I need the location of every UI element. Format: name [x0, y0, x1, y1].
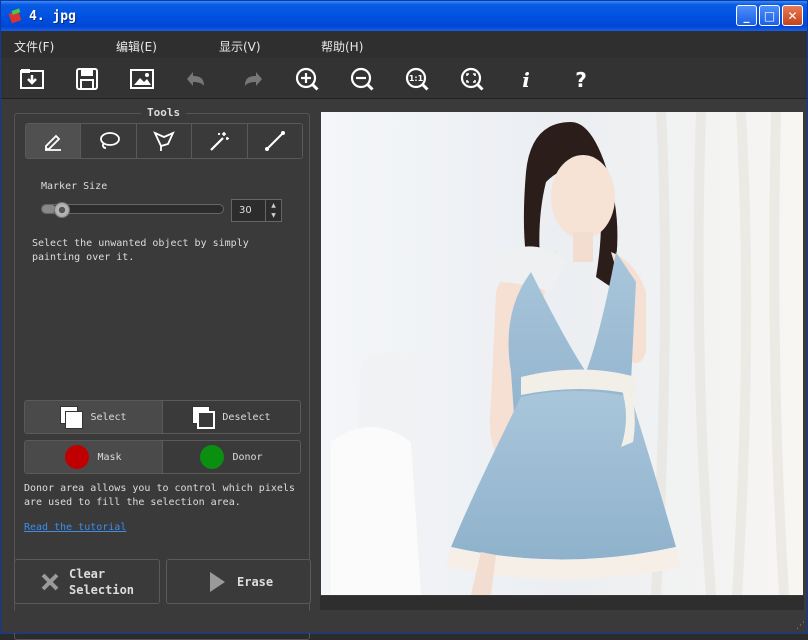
polygon-lasso-tool-icon: [153, 131, 175, 151]
menu-bar: 文件(F) 编辑(E) 显示(V) 帮助(H): [1, 31, 807, 58]
clear-selection-button[interactable]: Clear Selection: [14, 559, 160, 604]
actual-size-button[interactable]: 1:1: [402, 64, 432, 94]
svg-text:1:1: 1:1: [409, 74, 424, 83]
open-button[interactable]: [17, 64, 47, 94]
line-tool-icon: [264, 131, 285, 151]
magic-wand-tool-icon: [210, 132, 230, 151]
clear-label-line1: Clear: [69, 566, 106, 581]
deselect-label: Deselect: [222, 411, 271, 423]
resize-grip-icon[interactable]: ⋰: [796, 621, 805, 631]
select-icon: [60, 406, 84, 429]
app-icon: [8, 8, 22, 24]
marker-size-slider-thumb[interactable]: [54, 202, 70, 218]
spin-up-icon[interactable]: ▲: [266, 200, 281, 211]
zoom-in-button[interactable]: [292, 64, 322, 94]
donor-button[interactable]: Donor: [163, 441, 300, 473]
zoom-out-icon: [350, 67, 374, 91]
marker-size-value[interactable]: 30: [239, 205, 252, 216]
select-button[interactable]: Select: [25, 401, 163, 433]
marker-size-spinbox[interactable]: 30 ▲ ▼: [231, 199, 282, 222]
marker-tool-button[interactable]: [26, 124, 82, 158]
help-button[interactable]: ?: [566, 64, 596, 94]
mask-label: Mask: [97, 451, 122, 463]
menu-file[interactable]: 文件(F): [14, 38, 54, 55]
donor-color-icon: [200, 445, 225, 469]
close-button[interactable]: ✕: [782, 5, 803, 26]
polygon-lasso-tool-button[interactable]: [136, 124, 193, 158]
status-bar: [320, 596, 804, 610]
photo-canvas[interactable]: [321, 112, 803, 595]
mask-button[interactable]: Mask: [25, 441, 163, 473]
actual-size-icon: 1:1: [405, 67, 429, 91]
title-bar[interactable]: 4. jpg _ □ ✕: [1, 1, 807, 31]
undo-button[interactable]: [182, 64, 212, 94]
clear-label-line2: Selection: [69, 582, 135, 597]
info-button[interactable]: i: [511, 64, 541, 94]
photo-image: [321, 112, 803, 595]
svg-text:?: ?: [575, 68, 587, 92]
tool-selector: [25, 123, 303, 159]
line-tool-button[interactable]: [247, 124, 302, 158]
clear-x-icon: [41, 573, 59, 590]
image-button[interactable]: [127, 64, 157, 94]
save-icon: [76, 68, 98, 90]
fit-screen-icon: [460, 67, 484, 91]
window-title: 4. jpg: [29, 8, 76, 24]
menu-help[interactable]: 帮助(H): [321, 38, 363, 55]
lasso-tool-icon: [99, 132, 120, 149]
tutorial-link[interactable]: Read the tutorial: [24, 522, 126, 533]
tool-description: Select the unwanted object by simply pai…: [32, 238, 249, 263]
bottom-bar: ⋰: [1, 611, 807, 633]
erase-label: Erase: [237, 574, 274, 589]
fit-screen-button[interactable]: [457, 64, 487, 94]
open-icon: [20, 69, 44, 89]
zoom-in-icon: [295, 67, 319, 91]
magic-wand-tool-button[interactable]: [192, 124, 248, 158]
play-icon: [210, 571, 225, 592]
maximize-button[interactable]: □: [759, 5, 780, 26]
deselect-button[interactable]: Deselect: [163, 401, 300, 433]
erase-button[interactable]: Erase: [166, 559, 311, 604]
minimize-button[interactable]: _: [736, 5, 757, 26]
donor-description: Donor area allows you to control which p…: [24, 483, 295, 508]
tools-legend: Tools: [141, 106, 187, 119]
svg-text:i: i: [522, 68, 530, 92]
select-label: Select: [90, 411, 127, 423]
zoom-out-button[interactable]: [347, 64, 377, 94]
help-icon: ?: [575, 68, 587, 92]
undo-icon: [187, 72, 204, 86]
menu-view[interactable]: 显示(V): [219, 38, 261, 55]
area-mode: Mask Donor: [24, 440, 301, 474]
selection-mode: Select Deselect: [24, 400, 301, 434]
mask-color-icon: [65, 445, 90, 469]
marker-size-label: Marker Size: [41, 181, 108, 192]
donor-label: Donor: [232, 451, 263, 463]
info-icon: i: [522, 68, 530, 92]
menu-edit[interactable]: 编辑(E): [116, 38, 157, 55]
marker-tool-icon: [45, 134, 62, 151]
image-icon: [130, 69, 154, 89]
toolbar: 1:1 i ?: [1, 58, 807, 98]
spin-down-icon[interactable]: ▼: [266, 211, 281, 222]
redo-icon: [245, 72, 262, 86]
deselect-icon: [192, 406, 216, 429]
app-window: 4. jpg _ □ ✕ 文件(F) 编辑(E) 显示(V) 帮助(H) 1:1…: [0, 0, 808, 640]
redo-button[interactable]: [237, 64, 267, 94]
lasso-tool-button[interactable]: [81, 124, 137, 158]
save-button[interactable]: [72, 64, 102, 94]
